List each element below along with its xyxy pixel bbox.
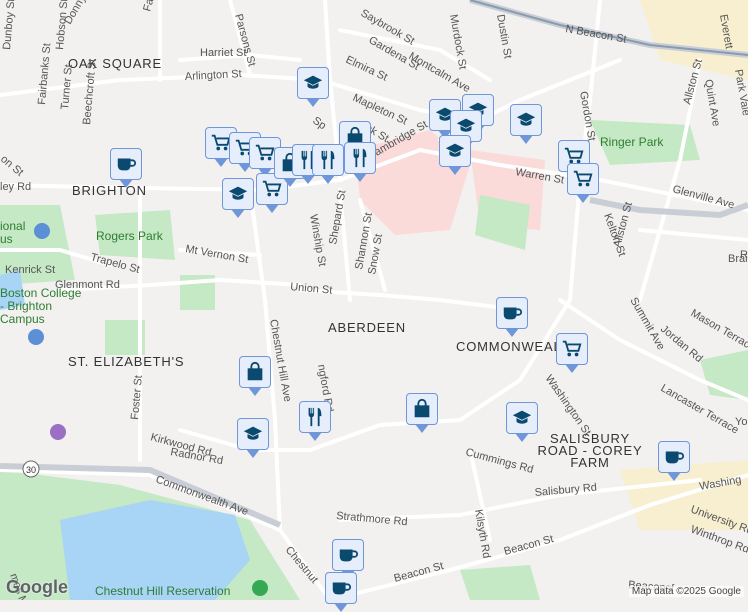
street-label: Beacon St bbox=[503, 533, 555, 558]
street-label: Murdock St bbox=[447, 13, 468, 70]
coffee-marker[interactable] bbox=[496, 297, 528, 329]
svg-text:Ringer Park: Ringer Park bbox=[600, 135, 664, 149]
school-marker[interactable] bbox=[506, 402, 538, 434]
coffee-marker[interactable] bbox=[658, 441, 690, 473]
svg-text:- Brighton: - Brighton bbox=[0, 299, 52, 313]
restaurant-icon bbox=[317, 149, 339, 171]
reservation-poi-icon bbox=[252, 580, 268, 596]
coffee-marker[interactable] bbox=[110, 148, 142, 180]
coffee-icon bbox=[663, 446, 685, 468]
school-icon bbox=[242, 423, 264, 445]
svg-text:ional: ional bbox=[0, 219, 25, 233]
cart-marker[interactable] bbox=[567, 163, 599, 195]
route-30-shield: 30 bbox=[23, 461, 39, 477]
street-label: ley Rd bbox=[0, 181, 31, 193]
street-label: Elmira St bbox=[344, 54, 390, 84]
area-brighton: BRIGHTON bbox=[72, 183, 147, 198]
svg-text:30: 30 bbox=[26, 465, 36, 475]
school-icon bbox=[302, 72, 324, 94]
restaurant-icon bbox=[304, 406, 326, 428]
street-label: Union St bbox=[290, 281, 333, 297]
street-label: Kenrick St bbox=[5, 264, 55, 276]
restaurant-marker[interactable] bbox=[299, 401, 331, 433]
school-icon bbox=[444, 140, 466, 162]
bag-marker[interactable] bbox=[239, 356, 271, 388]
map-attribution[interactable]: Map data ©2025 Google bbox=[629, 586, 744, 597]
svg-text:us: us bbox=[0, 232, 13, 246]
cart-marker[interactable] bbox=[556, 333, 588, 365]
svg-text:Chestnut Hill Reservation: Chestnut Hill Reservation bbox=[95, 584, 230, 598]
svg-text:Campus: Campus bbox=[0, 312, 45, 326]
school-icon bbox=[511, 407, 533, 429]
bag-marker[interactable] bbox=[406, 393, 438, 425]
coffee-marker[interactable] bbox=[332, 539, 364, 571]
coffee-icon bbox=[501, 302, 523, 324]
street-label: Gordon St bbox=[577, 90, 598, 141]
bag-icon bbox=[411, 398, 433, 420]
school-marker[interactable] bbox=[510, 104, 542, 136]
svg-text:FARM: FARM bbox=[570, 455, 609, 470]
cart-icon bbox=[561, 338, 583, 360]
street-label: Park Vale bbox=[732, 68, 748, 116]
street-label: Mason Terrace bbox=[689, 307, 748, 354]
street-label: Strathmore Rd bbox=[336, 510, 408, 528]
school-marker[interactable] bbox=[222, 178, 254, 210]
street-label: Sp bbox=[310, 115, 328, 133]
museum-poi-icon bbox=[50, 424, 66, 440]
street-label: Winship St bbox=[307, 213, 328, 267]
street-label: Foster St bbox=[129, 375, 145, 421]
street-label: Dunboy St bbox=[1, 0, 17, 50]
street-label: Quint Ave bbox=[702, 78, 722, 127]
street-label: Parsons St bbox=[232, 13, 258, 68]
street-label: Glenville Ave bbox=[671, 183, 735, 211]
college-poi-icon bbox=[34, 223, 50, 239]
street-label: Arlington St bbox=[185, 68, 242, 83]
street-label: Turner St bbox=[59, 64, 75, 110]
street-label: Dustin St bbox=[494, 13, 514, 59]
street-label: Summit Ave bbox=[627, 296, 667, 353]
street-label: Fairbanks St bbox=[36, 43, 53, 106]
area-oak-square: OAK SQUARE bbox=[68, 56, 162, 71]
school-marker[interactable] bbox=[237, 418, 269, 450]
street-label: Washington St bbox=[543, 373, 594, 438]
restaurant-marker[interactable] bbox=[312, 144, 344, 176]
school-icon bbox=[227, 183, 249, 205]
street-label: on St bbox=[0, 153, 25, 179]
cart-icon bbox=[572, 168, 594, 190]
campus-poi-icon bbox=[28, 329, 44, 345]
street-label: Harriet St bbox=[200, 47, 246, 59]
street-label: Beacon St bbox=[393, 560, 445, 585]
school-icon bbox=[515, 109, 537, 131]
street-label: Mt Vernon St bbox=[184, 243, 249, 266]
map-canvas[interactable]: 30 OAK SQUARE BRIGHTON ABERDEEN COMMONWE… bbox=[0, 0, 748, 600]
street-label: Faneuil St bbox=[141, 0, 165, 13]
coffee-icon bbox=[337, 544, 359, 566]
google-logo: Google bbox=[6, 577, 68, 598]
bag-icon bbox=[244, 361, 266, 383]
school-marker[interactable] bbox=[439, 135, 471, 167]
restaurant-marker[interactable] bbox=[344, 142, 376, 174]
area-aberdeen: ABERDEEN bbox=[328, 320, 406, 335]
school-marker[interactable] bbox=[297, 67, 329, 99]
cart-icon bbox=[261, 178, 283, 200]
street-label: Yor bbox=[735, 416, 748, 428]
coffee-marker[interactable] bbox=[325, 572, 357, 604]
street-label: Hobson St bbox=[54, 0, 70, 50]
street-label: Glenmont Rd bbox=[55, 279, 120, 291]
svg-text:Rogers Park: Rogers Park bbox=[96, 229, 164, 243]
street-label: Chestnut bbox=[283, 544, 320, 585]
coffee-icon bbox=[330, 577, 352, 599]
street-label: Ro bbox=[740, 249, 748, 261]
school-icon bbox=[455, 115, 477, 137]
area-st-elizabeths: ST. ELIZABETH'S bbox=[68, 354, 184, 369]
restaurant-icon bbox=[349, 147, 371, 169]
coffee-icon bbox=[115, 153, 137, 175]
cart-icon bbox=[254, 142, 276, 164]
